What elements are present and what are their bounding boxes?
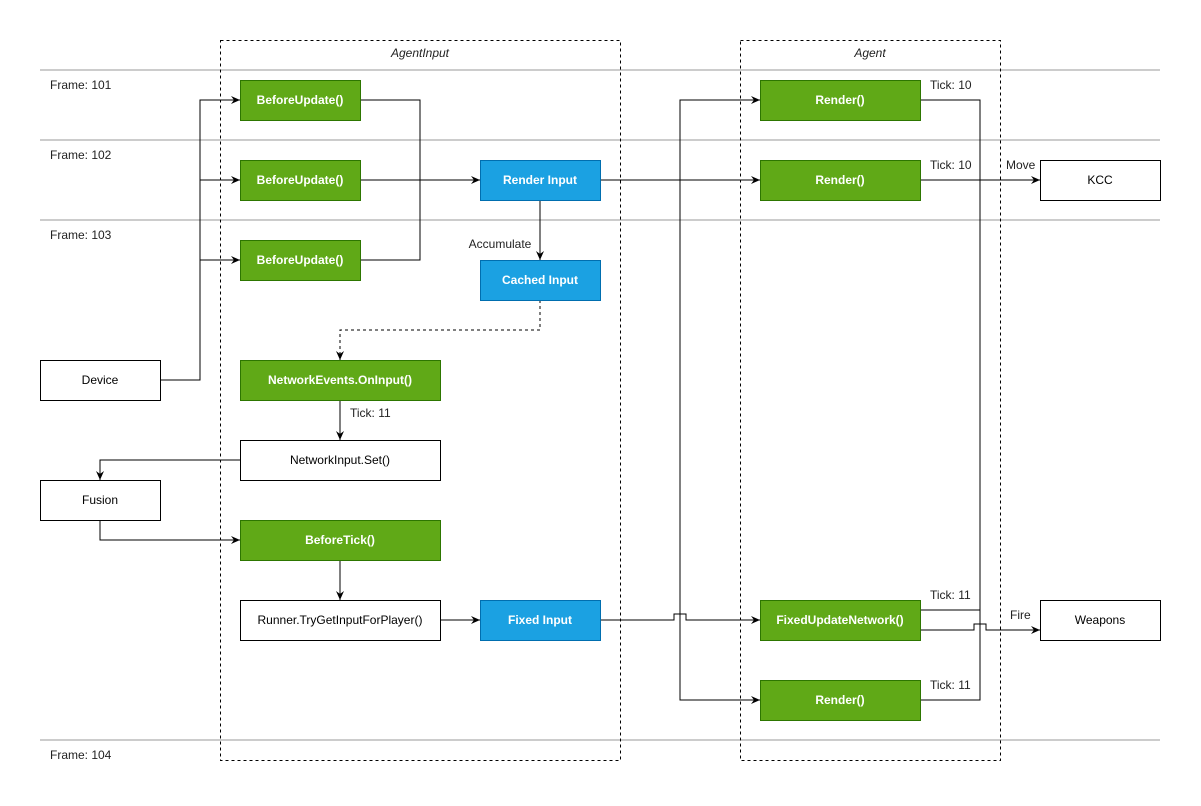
node-on-input: NetworkEvents.OnInput() — [240, 360, 441, 401]
node-label: BeforeUpdate() — [257, 173, 344, 187]
agent-title: Agent — [853, 46, 886, 60]
node-label: NetworkEvents.OnInput() — [268, 373, 412, 387]
node-fixed-update-network: FixedUpdateNetwork() — [760, 600, 921, 641]
node-before-tick: BeforeTick() — [240, 520, 441, 561]
node-label: Render() — [815, 93, 864, 107]
edge-set-fusion — [96, 459, 240, 480]
node-device: Device — [40, 360, 161, 401]
node-input-set: NetworkInput.Set() — [240, 440, 441, 481]
node-label: Device — [82, 373, 119, 387]
node-cached-input: Cached Input — [480, 260, 601, 301]
node-label: KCC — [1087, 173, 1113, 187]
node-label: Render Input — [503, 173, 577, 187]
diagram-canvas: Frame: 101 Frame: 102 Frame: 103 Frame: … — [40, 40, 1161, 762]
tick-label: Tick: 10 — [930, 78, 972, 92]
node-label: Runner.TryGetInputForPlayer() — [258, 613, 423, 627]
node-label: BeforeUpdate() — [257, 93, 344, 107]
node-label: BeforeUpdate() — [257, 253, 344, 267]
accumulate-label: Accumulate — [469, 237, 532, 251]
edge-device-before-update-1 — [160, 96, 240, 381]
frame-label: Frame: 102 — [50, 148, 112, 162]
edge-render-bus — [679, 99, 760, 701]
node-render-3: Render() — [760, 680, 921, 721]
frame-label: Frame: 104 — [50, 748, 112, 762]
node-try-get-input: Runner.TryGetInputForPlayer() — [240, 600, 441, 641]
node-label: BeforeTick() — [305, 533, 375, 547]
edge-fusion-before-tick — [99, 520, 240, 544]
node-fixed-input: Fixed Input — [480, 600, 601, 641]
node-render-input: Render Input — [480, 160, 601, 201]
node-label: Fixed Input — [508, 613, 572, 627]
node-label: Render() — [815, 173, 864, 187]
node-label: FixedUpdateNetwork() — [776, 613, 903, 627]
node-label: Cached Input — [502, 273, 578, 287]
frame-label: Frame: 103 — [50, 228, 112, 242]
node-label: Fusion — [82, 493, 118, 507]
node-label: NetworkInput.Set() — [290, 453, 390, 467]
move-label: Move — [1006, 158, 1036, 172]
node-render-2: Render() — [760, 160, 921, 201]
node-render-1: Render() — [760, 80, 921, 121]
frame-label: Frame: 101 — [50, 78, 112, 92]
agent-input-title: AgentInput — [390, 46, 450, 60]
node-label: Weapons — [1075, 613, 1125, 627]
node-before-update-3: BeforeUpdate() — [240, 240, 361, 281]
node-fusion: Fusion — [40, 480, 161, 521]
node-label: Render() — [815, 693, 864, 707]
tick-label: Tick: 11 — [930, 588, 971, 602]
agent-container — [740, 40, 1001, 761]
edge-cached-on-input — [336, 300, 541, 360]
node-before-update-1: BeforeUpdate() — [240, 80, 361, 121]
fire-label: Fire — [1010, 608, 1031, 622]
node-kcc: KCC — [1040, 160, 1161, 201]
tick-label: Tick: 11 — [350, 406, 391, 420]
node-weapons: Weapons — [1040, 600, 1161, 641]
tick-label: Tick: 10 — [930, 158, 972, 172]
tick-label: Tick: 11 — [930, 678, 971, 692]
node-before-update-2: BeforeUpdate() — [240, 160, 361, 201]
